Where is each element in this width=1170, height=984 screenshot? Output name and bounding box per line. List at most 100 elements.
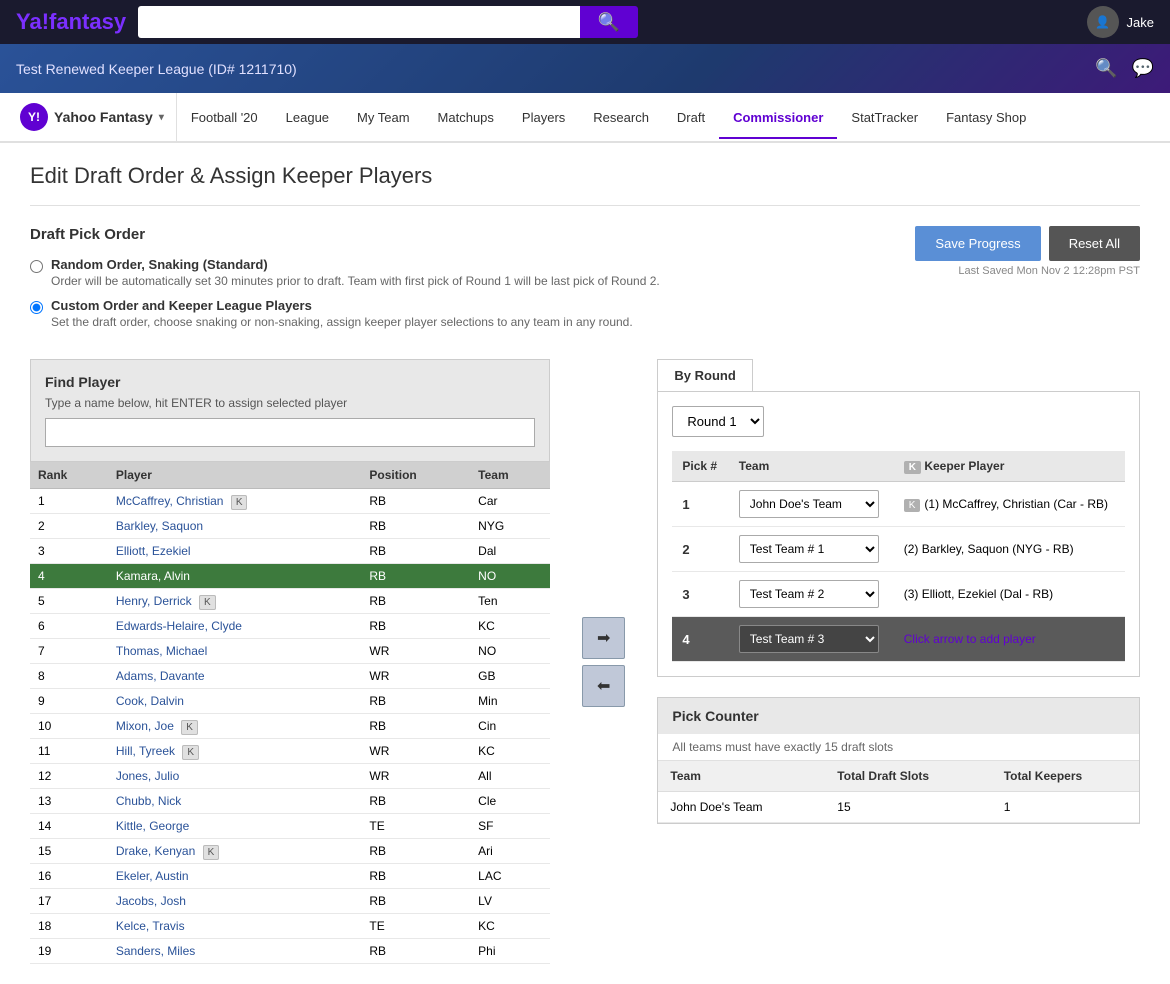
player-row[interactable]: 2 Barkley, Saquon RB NYG	[30, 514, 550, 539]
player-row[interactable]: 7 Thomas, Michael WR NO	[30, 639, 550, 664]
nav-brand-label: Yahoo Fantasy	[54, 109, 153, 125]
player-row[interactable]: 18 Kelce, Travis TE KC	[30, 914, 550, 939]
nav-item-commissioner[interactable]: Commissioner	[719, 98, 837, 139]
player-link[interactable]: Cook, Dalvin	[116, 694, 184, 708]
reset-all-button[interactable]: Reset All	[1049, 226, 1140, 261]
chat-icon[interactable]: 💬	[1132, 58, 1154, 79]
random-desc: Order will be automatically set 30 minut…	[51, 274, 660, 288]
player-row[interactable]: 4 Kamara, Alvin RB NO	[30, 564, 550, 589]
player-name: Henry, Derrick K	[108, 589, 362, 614]
find-player-desc: Type a name below, hit ENTER to assign s…	[45, 396, 535, 410]
search-input[interactable]	[138, 6, 580, 38]
player-row[interactable]: 6 Edwards-Helaire, Clyde RB KC	[30, 614, 550, 639]
player-rank: 7	[30, 639, 108, 664]
player-row[interactable]: 8 Adams, Davante WR GB	[30, 664, 550, 689]
logo-exclamation: !	[42, 9, 49, 34]
player-name: Adams, Davante	[108, 664, 362, 689]
player-row[interactable]: 19 Sanders, Miles RB Phi	[30, 939, 550, 964]
player-link[interactable]: Kittle, George	[116, 819, 189, 833]
player-name: Mixon, Joe K	[108, 714, 362, 739]
player-link[interactable]: Kelce, Travis	[116, 919, 185, 933]
by-round-tab[interactable]: By Round	[657, 359, 752, 391]
player-team: GB	[470, 664, 550, 689]
round-selector: Round 1 Round 2 Round 3	[672, 406, 1125, 437]
nav-item-matchups[interactable]: Matchups	[424, 98, 508, 139]
nav-item-myteam[interactable]: My Team	[343, 98, 424, 139]
player-link[interactable]: Jones, Julio	[116, 769, 179, 783]
player-name: Kittle, George	[108, 814, 362, 839]
player-row[interactable]: 9 Cook, Dalvin RB Min	[30, 689, 550, 714]
player-link[interactable]: Sanders, Miles	[116, 944, 195, 958]
search-icon[interactable]: 🔍	[1095, 58, 1117, 79]
player-team: NO	[470, 639, 550, 664]
team-select[interactable]: Test Team # 1	[739, 535, 879, 563]
player-position: WR	[361, 639, 470, 664]
find-player-input[interactable]	[45, 418, 535, 447]
player-name: Kelce, Travis	[108, 914, 362, 939]
player-row[interactable]: 5 Henry, Derrick K RB Ten	[30, 589, 550, 614]
nav-item-football[interactable]: Football '20	[177, 98, 272, 139]
draft-pick-options: Draft Pick Order Random Order, Snaking (…	[30, 226, 660, 339]
player-team: Min	[470, 689, 550, 714]
add-player-text[interactable]: Click arrow to add player	[904, 632, 1036, 646]
team-select[interactable]: Test Team # 2	[739, 580, 879, 608]
player-link[interactable]: Barkley, Saquon	[116, 519, 203, 533]
nav-brand[interactable]: Y! Yahoo Fantasy ▾	[8, 93, 177, 141]
team-select[interactable]: Test Team # 3	[739, 625, 879, 653]
random-radio[interactable]	[30, 260, 43, 273]
round-select[interactable]: Round 1 Round 2 Round 3	[672, 406, 764, 437]
player-link[interactable]: Henry, Derrick	[116, 594, 192, 608]
nav-item-stattracker[interactable]: StatTracker	[837, 98, 932, 139]
player-link[interactable]: Edwards-Helaire, Clyde	[116, 619, 242, 633]
player-team: NO	[470, 564, 550, 589]
draft-row: 3 Test Team # 2 (3) Elliott, Ezekiel (Da…	[672, 572, 1125, 617]
player-link[interactable]: Hill, Tyreek	[116, 744, 175, 758]
player-rank: 4	[30, 564, 108, 589]
arrow-right-button[interactable]: ➡	[582, 617, 625, 659]
player-link[interactable]: Elliott, Ezekiel	[116, 544, 191, 558]
arrow-left-button[interactable]: ⬅	[582, 665, 625, 707]
player-link[interactable]: Ekeler, Austin	[116, 869, 189, 883]
player-row[interactable]: 1 McCaffrey, Christian K RB Car	[30, 489, 550, 514]
player-link[interactable]: Thomas, Michael	[116, 644, 207, 658]
player-team: LAC	[470, 864, 550, 889]
player-rank: 3	[30, 539, 108, 564]
custom-radio[interactable]	[30, 301, 43, 314]
player-row[interactable]: 15 Drake, Kenyan K RB Ari	[30, 839, 550, 864]
nav-item-players[interactable]: Players	[508, 98, 579, 139]
player-row[interactable]: 16 Ekeler, Austin RB LAC	[30, 864, 550, 889]
player-row[interactable]: 12 Jones, Julio WR All	[30, 764, 550, 789]
player-link[interactable]: Jacobs, Josh	[116, 894, 186, 908]
player-link[interactable]: Kamara, Alvin	[116, 569, 190, 583]
keeper-badge: K	[199, 595, 216, 610]
nav-item-fantasyshop[interactable]: Fantasy Shop	[932, 98, 1040, 139]
player-team: Cle	[470, 789, 550, 814]
nav-item-research[interactable]: Research	[579, 98, 663, 139]
keeper-badge: K	[181, 720, 198, 735]
player-row[interactable]: 17 Jacobs, Josh RB LV	[30, 889, 550, 914]
col-position: Position	[361, 462, 470, 489]
team-select[interactable]: John Doe's Team	[739, 490, 879, 518]
player-row[interactable]: 10 Mixon, Joe K RB Cin	[30, 714, 550, 739]
player-link[interactable]: Chubb, Nick	[116, 794, 181, 808]
col-team: Team	[470, 462, 550, 489]
player-position: TE	[361, 814, 470, 839]
player-link[interactable]: McCaffrey, Christian	[116, 494, 224, 508]
player-link[interactable]: Mixon, Joe	[116, 719, 174, 733]
player-team: All	[470, 764, 550, 789]
player-link[interactable]: Adams, Davante	[116, 669, 205, 683]
custom-option-text: Custom Order and Keeper League Players S…	[51, 298, 633, 329]
search-button[interactable]: 🔍	[580, 6, 638, 38]
nav-item-league[interactable]: League	[272, 98, 343, 139]
player-row[interactable]: 11 Hill, Tyreek K WR KC	[30, 739, 550, 764]
random-option-text: Random Order, Snaking (Standard) Order w…	[51, 257, 660, 288]
counter-slots: 15	[825, 792, 991, 823]
player-name: Jacobs, Josh	[108, 889, 362, 914]
player-row[interactable]: 14 Kittle, George TE SF	[30, 814, 550, 839]
page-title: Edit Draft Order & Assign Keeper Players	[30, 163, 1140, 206]
player-link[interactable]: Drake, Kenyan	[116, 844, 195, 858]
save-progress-button[interactable]: Save Progress	[915, 226, 1040, 261]
nav-item-draft[interactable]: Draft	[663, 98, 719, 139]
player-row[interactable]: 13 Chubb, Nick RB Cle	[30, 789, 550, 814]
player-row[interactable]: 3 Elliott, Ezekiel RB Dal	[30, 539, 550, 564]
